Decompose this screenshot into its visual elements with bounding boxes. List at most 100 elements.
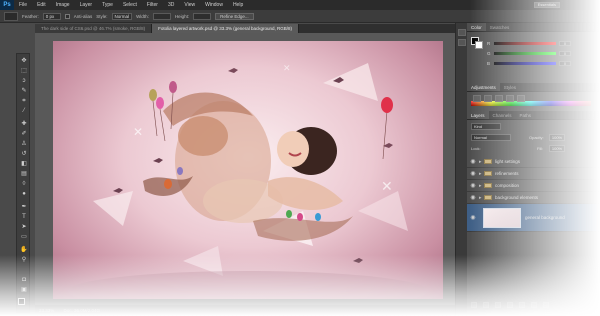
width-input[interactable] <box>152 12 171 20</box>
artwork-canvas[interactable]: ✕ ✕ ✕ <box>53 41 443 299</box>
height-label: Height: <box>174 13 190 19</box>
link-layers-icon[interactable] <box>471 302 477 308</box>
clone-stamp-tool-icon[interactable]: ♙ <box>19 140 29 148</box>
slider-g-value[interactable]: 0 <box>559 51 571 56</box>
tab-styles[interactable]: Styles <box>500 83 520 91</box>
menu-select[interactable]: Select <box>118 2 142 8</box>
new-group-icon[interactable] <box>519 302 525 308</box>
eye-icon[interactable]: ◉ <box>467 180 479 192</box>
screen-mode-icon[interactable]: ▣ <box>19 286 29 294</box>
brush-tool-icon[interactable]: ✐ <box>19 130 29 138</box>
slider-g-track[interactable] <box>494 52 556 55</box>
balloon-pink-small <box>297 213 303 221</box>
layer-group-refinements[interactable]: ◉ ▸ refinements <box>467 168 600 180</box>
path-selection-tool-icon[interactable]: ➤ <box>19 223 29 231</box>
vibrance-adjustment-icon[interactable] <box>517 95 525 102</box>
lasso-tool-icon[interactable]: ↄ <box>19 77 29 85</box>
color-bg-chip[interactable] <box>475 41 483 49</box>
history-brush-tool-icon[interactable]: ↺ <box>19 150 29 158</box>
menu-type[interactable]: Type <box>97 2 118 8</box>
eye-icon[interactable]: ◉ <box>467 168 479 180</box>
tab-swatches[interactable]: Swatches <box>486 23 514 31</box>
marquee-tool-icon[interactable]: ⬚ <box>19 67 29 75</box>
properties-panel-icon[interactable] <box>458 39 466 46</box>
slider-b-value[interactable]: 0 <box>559 61 571 66</box>
menu-window[interactable]: Window <box>200 2 228 8</box>
tab-layers[interactable]: Layers <box>467 111 489 119</box>
menu-3d[interactable]: 3D <box>163 2 179 8</box>
tab-adjustments[interactable]: Adjustments <box>467 83 500 91</box>
slider-r-track[interactable] <box>494 42 556 45</box>
slider-g[interactable]: G 0 <box>487 51 571 56</box>
blend-mode-select[interactable]: Normal <box>471 134 511 141</box>
add-mask-icon[interactable] <box>495 302 501 308</box>
tool-preset-picker[interactable] <box>4 11 18 21</box>
eraser-tool-icon[interactable]: ◧ <box>19 160 29 168</box>
layer-group-composition[interactable]: ◉ ▸ composition <box>467 180 600 192</box>
tab-color[interactable]: Color <box>467 23 486 31</box>
layers-filter-select[interactable]: Kind <box>471 123 501 130</box>
blur-tool-icon[interactable]: ◊ <box>19 180 29 188</box>
bird <box>353 258 363 263</box>
menu-file[interactable]: File <box>14 2 32 8</box>
hand-tool-icon[interactable]: ✋ <box>19 246 29 254</box>
eyedropper-tool-icon[interactable]: ⁄ <box>19 107 29 115</box>
layer-general-background[interactable]: ◉ general background <box>467 204 600 232</box>
new-layer-icon[interactable] <box>531 302 537 308</box>
curves-adjustment-icon[interactable] <box>495 95 503 102</box>
balloon-string <box>159 108 166 142</box>
refine-edge-button[interactable]: Refine Edge... <box>215 12 254 20</box>
menu-edit[interactable]: Edit <box>32 2 51 8</box>
pen-tool-icon[interactable]: ✒ <box>19 203 29 211</box>
anti-alias-checkbox[interactable] <box>64 13 70 19</box>
eye-icon[interactable]: ◉ <box>467 212 479 224</box>
healing-tool-icon[interactable]: ✚ <box>19 120 29 128</box>
style-select[interactable]: Normal <box>111 12 133 20</box>
tab-paths[interactable]: Paths <box>516 111 536 119</box>
zoom-level[interactable]: 33.33% <box>39 308 54 313</box>
menu-layer[interactable]: Layer <box>75 2 98 8</box>
x-mark: ✕ <box>381 179 393 195</box>
quick-mask-icon[interactable]: ◘ <box>19 276 29 284</box>
menu-image[interactable]: Image <box>51 2 75 8</box>
layer-style-icon[interactable] <box>483 302 489 308</box>
color-swatches[interactable] <box>18 298 28 308</box>
balloon-orange <box>164 179 172 189</box>
layer-group-background-elements[interactable]: ◉ ▸ background elements <box>467 192 600 204</box>
slider-r[interactable]: R 0 <box>487 41 571 46</box>
feather-input[interactable]: 0 px <box>42 12 61 20</box>
opacity-input[interactable]: 100% <box>549 134 565 141</box>
workspace-switcher[interactable]: Essentials <box>533 2 560 8</box>
menu-help[interactable]: Help <box>228 2 248 8</box>
type-tool-icon[interactable]: T <box>19 213 29 221</box>
dodge-tool-icon[interactable]: ● <box>19 190 29 198</box>
slider-b-track[interactable] <box>494 62 556 65</box>
shape-tool-icon[interactable]: ▭ <box>19 233 29 241</box>
eye-icon[interactable]: ◉ <box>467 156 479 168</box>
delete-layer-icon[interactable] <box>543 302 549 308</box>
eye-icon[interactable]: ◉ <box>467 192 479 204</box>
history-panel-icon[interactable] <box>458 29 466 36</box>
height-input[interactable] <box>193 12 212 20</box>
layer-name: background elements <box>495 195 539 200</box>
levels-adjustment-icon[interactable] <box>484 95 492 102</box>
brightness-adjustment-icon[interactable] <box>473 95 481 102</box>
exposure-adjustment-icon[interactable] <box>506 95 514 102</box>
zoom-tool-icon[interactable]: ⚲ <box>19 256 29 264</box>
fill-input[interactable]: 100% <box>549 145 565 152</box>
layer-group-light-settings[interactable]: ◉ ▸ light settings <box>467 156 600 168</box>
menu-view[interactable]: View <box>179 2 200 8</box>
slider-b[interactable]: B 0 <box>487 61 571 66</box>
quick-select-tool-icon[interactable]: ✎ <box>19 87 29 95</box>
move-tool-icon[interactable]: ✥ <box>19 57 29 65</box>
gradient-tool-icon[interactable]: ▤ <box>19 170 29 178</box>
menu-filter[interactable]: Filter <box>142 2 163 8</box>
tab-fotolia-artwork[interactable]: Fotolia layered artwork.psd @ 33.3% (gen… <box>152 24 300 33</box>
foreground-color-swatch[interactable] <box>18 298 25 305</box>
tab-dark-side[interactable]: The dark side of CS6.psd @ 46.7% (smoke,… <box>35 24 153 33</box>
new-adjustment-icon[interactable] <box>507 302 513 308</box>
paper-shape <box>323 63 378 101</box>
slider-r-value[interactable]: 0 <box>559 41 571 46</box>
crop-tool-icon[interactable]: ⌗ <box>19 97 29 105</box>
tab-channels[interactable]: Channels <box>489 111 516 119</box>
